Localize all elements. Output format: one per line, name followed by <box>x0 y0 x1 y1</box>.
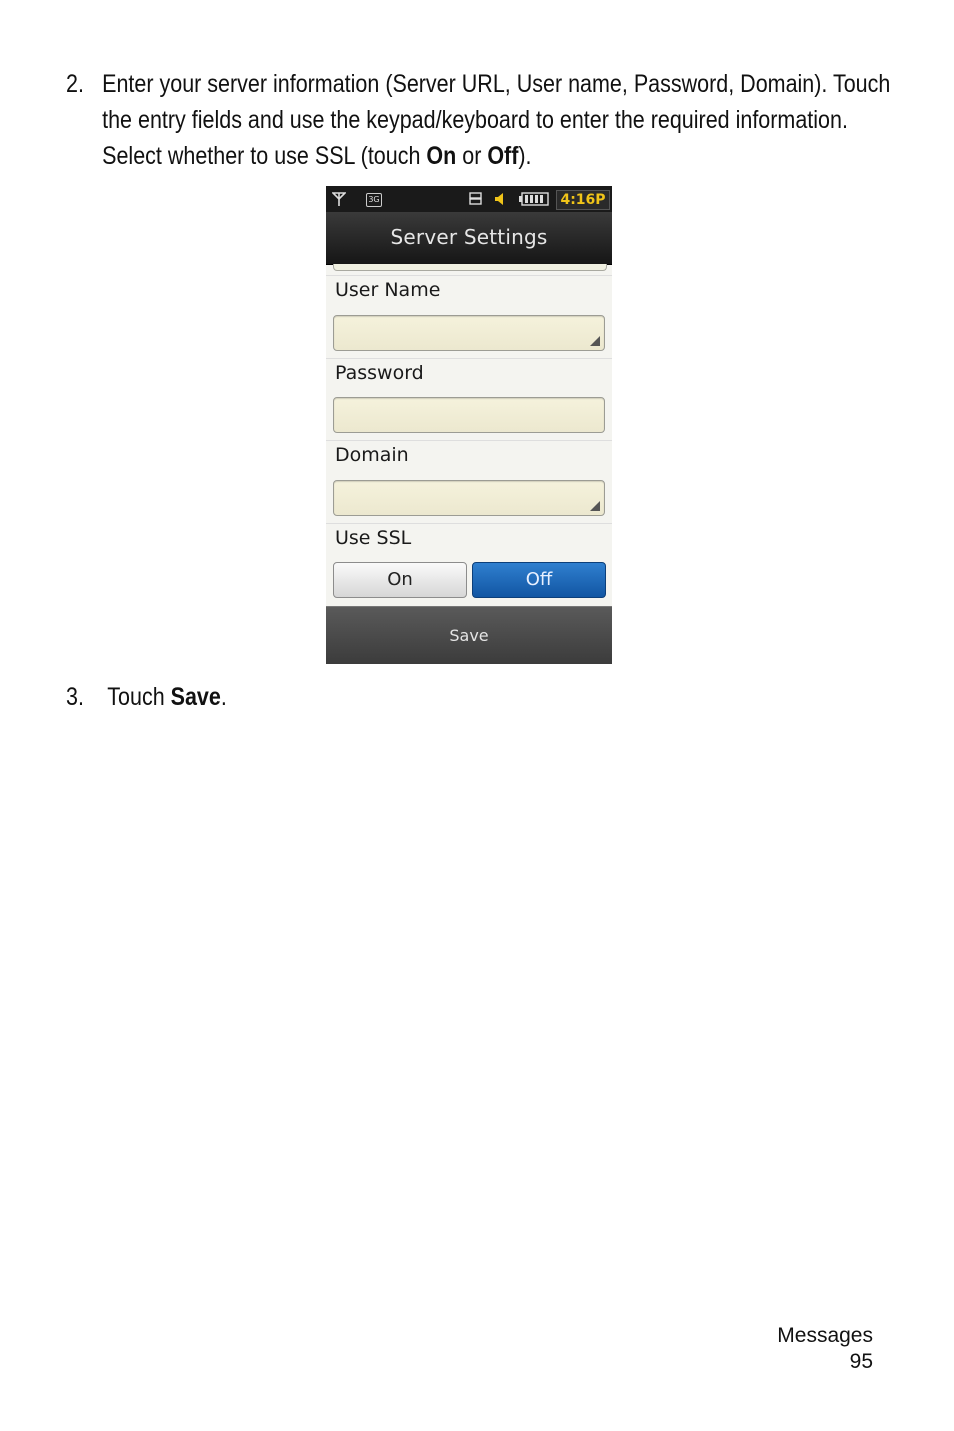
screen-title: Server Settings <box>390 225 548 249</box>
network-3g-icon: 3G <box>366 193 382 207</box>
step-number: 3. <box>66 683 84 711</box>
speaker-icon <box>495 193 503 205</box>
save-keyword: Save <box>170 683 221 711</box>
password-field[interactable] <box>333 397 605 433</box>
section-name: Messages <box>777 1324 873 1347</box>
use-ssl-label: Use SSL <box>335 527 412 549</box>
ssl-on-button[interactable]: On <box>333 562 467 598</box>
status-time: 4:16P <box>556 190 610 210</box>
step-text: Enter your server information (Server UR… <box>102 70 891 170</box>
phone-screenshot: 3G 4:16P Server Settings User Name Passw… <box>326 186 612 664</box>
save-button[interactable]: Save <box>326 606 612 664</box>
password-label: Password <box>335 362 424 384</box>
server-url-field-partial[interactable] <box>333 264 607 271</box>
off-keyword: Off <box>487 142 519 170</box>
status-bar: 3G 4:16P <box>326 186 612 212</box>
page-number: 95 <box>849 1350 873 1373</box>
password-section: Password <box>326 358 612 441</box>
signal-antenna-icon <box>332 192 346 206</box>
title-bar: Server Settings <box>326 212 612 265</box>
resize-handle-icon <box>590 501 600 511</box>
server-icon <box>469 192 482 205</box>
domain-section: Domain <box>326 440 612 523</box>
use-ssl-section: Use SSL On Off <box>326 523 612 606</box>
domain-label: Domain <box>335 444 409 466</box>
resize-handle-icon <box>590 336 600 346</box>
battery-icon <box>519 192 549 206</box>
step-number: 2. <box>66 70 84 98</box>
user-name-label: User Name <box>335 279 441 301</box>
step-text: Touch Save. <box>107 683 227 711</box>
ssl-off-button[interactable]: Off <box>472 562 606 598</box>
page-footer: Messages 95 <box>777 1323 873 1375</box>
user-name-section: User Name <box>326 275 612 358</box>
user-name-field[interactable] <box>333 315 605 351</box>
domain-field[interactable] <box>333 480 605 516</box>
on-keyword: On <box>426 142 457 170</box>
